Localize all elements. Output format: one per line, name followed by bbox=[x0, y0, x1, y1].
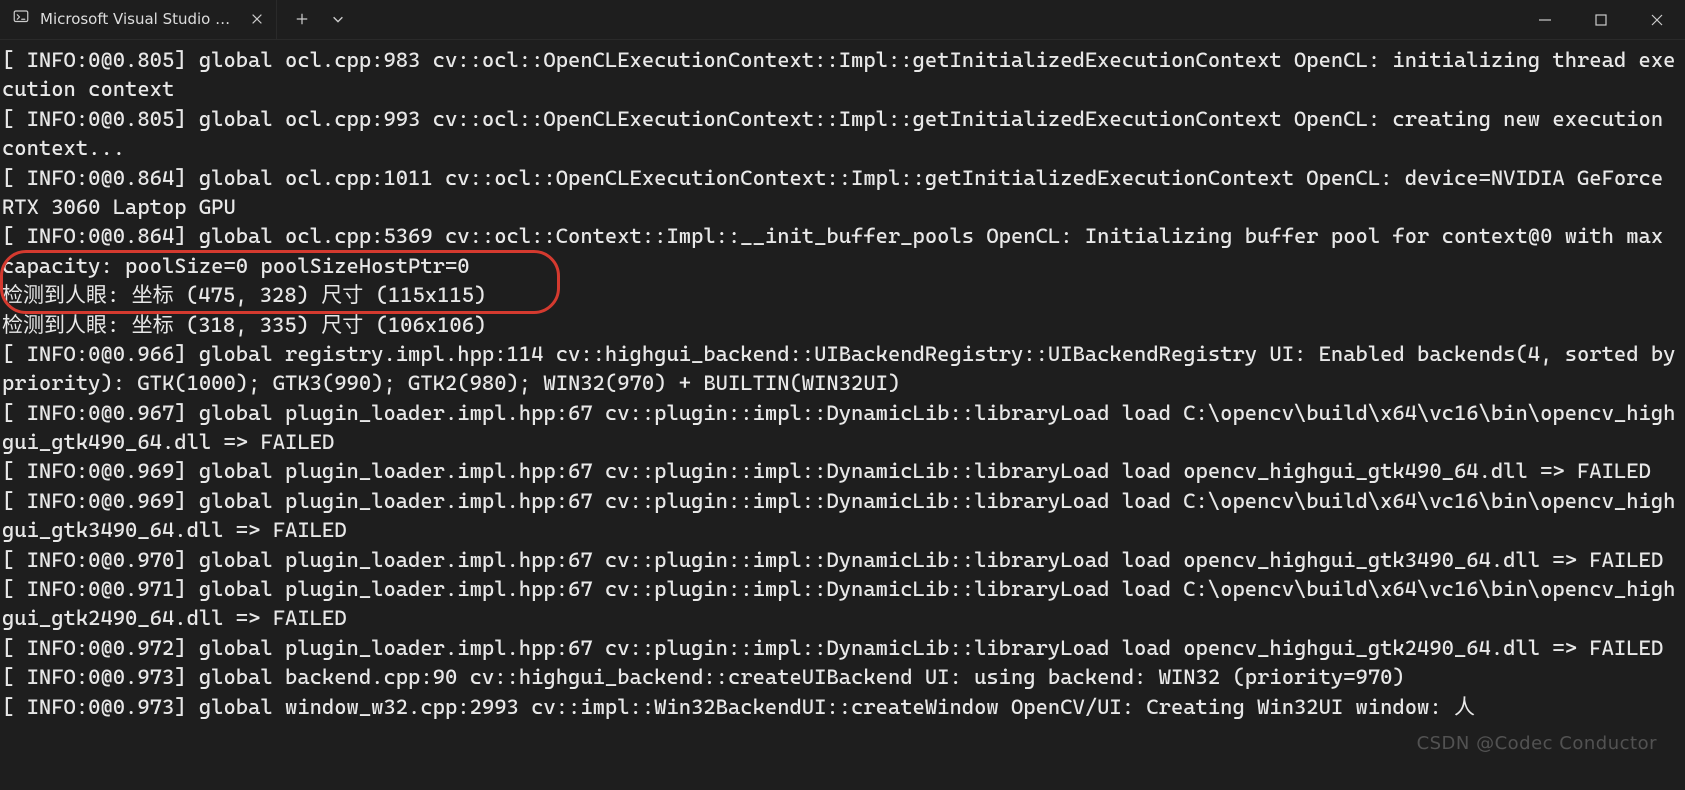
tab-title: Microsoft Visual Studio 调试控 bbox=[40, 9, 240, 30]
watermark-text: CSDN @Codec Conductor bbox=[1417, 731, 1657, 756]
active-tab[interactable]: Microsoft Visual Studio 调试控 bbox=[0, 0, 277, 39]
console-line: [ INFO:0@0.972] global plugin_loader.imp… bbox=[2, 634, 1683, 663]
console-line: [ INFO:0@0.971] global plugin_loader.imp… bbox=[2, 575, 1683, 634]
console-line: [ INFO:0@0.864] global ocl.cpp:5369 cv::… bbox=[2, 222, 1683, 281]
console-line: [ INFO:0@0.864] global ocl.cpp:1011 cv::… bbox=[2, 164, 1683, 223]
console-line: [ INFO:0@0.966] global registry.impl.hpp… bbox=[2, 340, 1683, 399]
console-line: 检测到人眼: 坐标 (475, 328) 尺寸 (115x115) bbox=[2, 281, 1683, 310]
console-line: [ INFO:0@0.805] global ocl.cpp:993 cv::o… bbox=[2, 105, 1683, 164]
console-line: [ INFO:0@0.969] global plugin_loader.imp… bbox=[2, 457, 1683, 486]
console-line: [ INFO:0@0.805] global ocl.cpp:983 cv::o… bbox=[2, 46, 1683, 105]
console-line: [ INFO:0@0.973] global window_w32.cpp:29… bbox=[2, 693, 1683, 722]
maximize-button[interactable] bbox=[1573, 0, 1629, 39]
console-line: [ INFO:0@0.967] global plugin_loader.imp… bbox=[2, 399, 1683, 458]
title-bar: Microsoft Visual Studio 调试控 bbox=[0, 0, 1685, 40]
console-line: 检测到人眼: 坐标 (318, 335) 尺寸 (106x106) bbox=[2, 311, 1683, 340]
new-tab-button[interactable] bbox=[295, 5, 309, 34]
minimize-button[interactable] bbox=[1517, 0, 1573, 39]
window-controls bbox=[1517, 0, 1685, 39]
console-line: [ INFO:0@0.970] global plugin_loader.imp… bbox=[2, 546, 1683, 575]
terminal-icon bbox=[12, 5, 30, 34]
close-window-button[interactable] bbox=[1629, 0, 1685, 39]
close-tab-icon[interactable] bbox=[250, 5, 264, 34]
tab-dropdown-button[interactable] bbox=[331, 5, 345, 34]
console-output[interactable]: [ INFO:0@0.805] global ocl.cpp:983 cv::o… bbox=[0, 40, 1685, 722]
console-line: [ INFO:0@0.969] global plugin_loader.imp… bbox=[2, 487, 1683, 546]
console-line: [ INFO:0@0.973] global backend.cpp:90 cv… bbox=[2, 663, 1683, 692]
tab-actions bbox=[277, 0, 363, 39]
